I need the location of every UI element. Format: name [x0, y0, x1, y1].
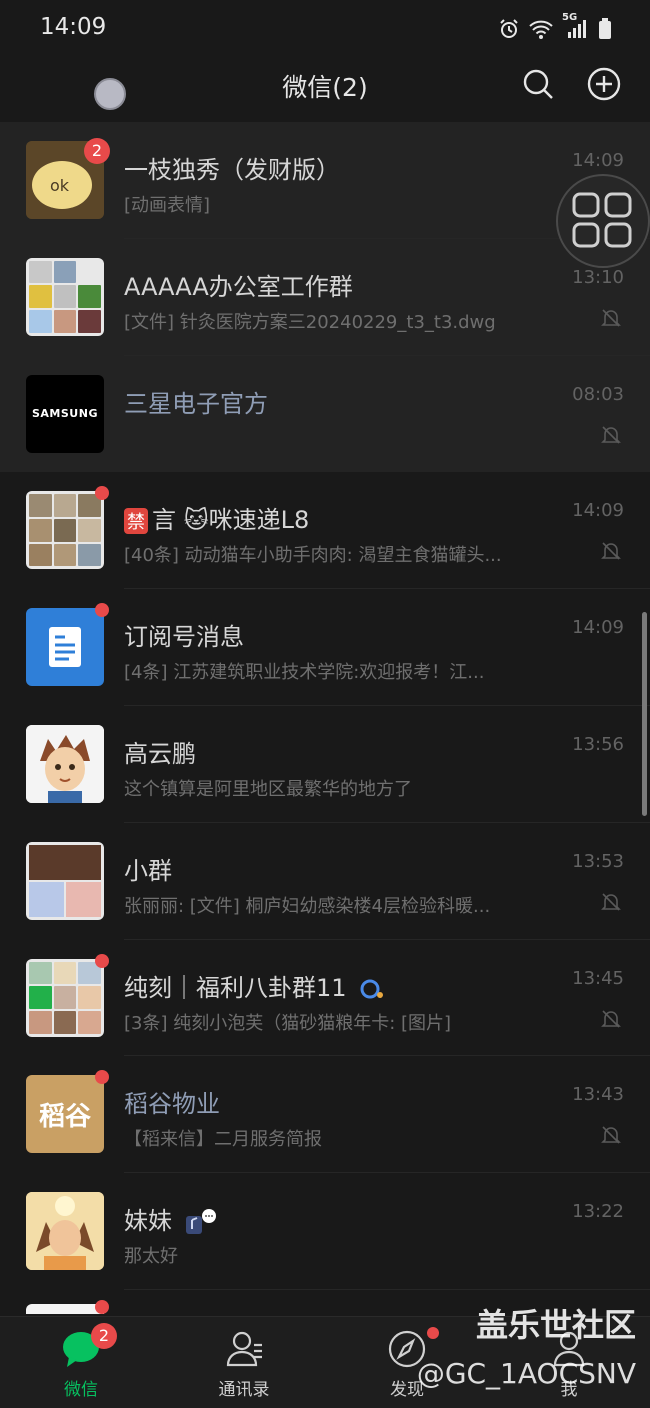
- avatar: [26, 608, 104, 687]
- avatar: [26, 1303, 104, 1314]
- group-avatar: [26, 841, 104, 920]
- chat-preview: 张丽丽: [文件] 桐庐妇幼感染楼4层检验科暖...: [124, 895, 491, 917]
- chat-row[interactable]: 订阅号消息 [4条] 江苏建筑职业技术学院:欢迎报考！江... 14:09: [0, 589, 650, 706]
- group-avatar: [26, 958, 104, 1037]
- unread-dot: [95, 953, 109, 968]
- subscription-icon: [49, 627, 81, 668]
- signal-icon: 5G: [562, 12, 590, 40]
- chat-row[interactable]: 高云鹏 这个镇算是阿里地区最繁华的地方了 13:56: [0, 706, 650, 823]
- mute-icon: [601, 309, 621, 327]
- tab-dot: [427, 1327, 439, 1339]
- chat-time: 13:45: [572, 967, 624, 989]
- wifi-icon: [529, 20, 553, 39]
- tab-badge: 2: [91, 1323, 117, 1349]
- search-icon[interactable]: [520, 66, 556, 102]
- avatar: [26, 724, 104, 803]
- chat-preview: [4条] 江苏建筑职业技术学院:欢迎报考！江...: [124, 662, 485, 684]
- tab-chats[interactable]: 2 微信: [31, 1323, 131, 1400]
- wecom-icon: [360, 979, 384, 999]
- chat-time: 13:53: [572, 850, 624, 872]
- chat-row[interactable]: SAMSUNG 三星电子官方 08:03: [0, 355, 650, 473]
- chat-time: 14:09: [572, 500, 624, 522]
- chat-name-text: 妹妹: [124, 1207, 172, 1236]
- avatar: [26, 1192, 104, 1271]
- mute-icon: [601, 1126, 621, 1144]
- chat-name-text: 纯刻｜福利八卦群11: [124, 973, 347, 1002]
- chat-time: 14:09: [572, 150, 624, 171]
- chat-name: 稻谷物业: [124, 1090, 220, 1119]
- chat-time: 08:03: [572, 383, 624, 405]
- battery-icon: [599, 18, 611, 39]
- chat-time: 13:56: [572, 733, 624, 755]
- chat-name: 小群: [124, 856, 172, 885]
- tab-contacts[interactable]: 通讯录: [194, 1327, 294, 1400]
- avatar: SAMSUNG: [26, 374, 104, 453]
- avatar: 稻谷: [26, 1075, 104, 1154]
- contacts-icon: [226, 1331, 262, 1367]
- status-bar: 14:09 5G: [0, 0, 650, 56]
- scrollbar[interactable]: [642, 612, 647, 816]
- chat-name-text: 言 🐱咪速递L8: [152, 506, 310, 535]
- chat-row[interactable]: 妹妹 那太好 13:22: [0, 1173, 650, 1290]
- watermark-user: @GC_1AOCSNV: [416, 1357, 636, 1390]
- unread-dot: [95, 603, 109, 618]
- chat-time: 13:43: [572, 1084, 624, 1106]
- chat-preview: [动画表情]: [124, 195, 211, 216]
- status-icons: 5G: [498, 12, 612, 42]
- alarm-icon: [500, 19, 518, 38]
- status-music-icon: [185, 1209, 216, 1235]
- group-avatar: [26, 257, 104, 336]
- mute-icon: [601, 542, 621, 560]
- mute-icon: [601, 893, 621, 911]
- watermark-title: 盖乐世社区: [475, 1306, 636, 1344]
- chat-name: 三星电子官方: [124, 389, 268, 418]
- ban-tag: 禁: [124, 508, 148, 535]
- unread-badge: 2: [84, 138, 110, 164]
- chat-time: 13:22: [572, 1201, 624, 1223]
- chat-row[interactable]: 纯刻｜福利八卦群11 [3条] 纯刻小泡芙（猫砂猫粮年卡: [图片] 13:45: [0, 940, 650, 1057]
- mute-icon: [601, 426, 621, 444]
- chat-row[interactable]: 禁言 🐱咪速递L8 [40条] 动动猫车小助手肉肉: 渴望主食猫罐头... 14…: [0, 472, 650, 590]
- floating-window-button[interactable]: [556, 174, 650, 268]
- chat-preview: 这个镇算是阿里地区最繁华的地方了: [124, 778, 412, 800]
- chat-preview: 【稻来信】二月服务简报: [124, 1129, 322, 1151]
- unread-dot: [95, 1299, 109, 1314]
- svg-text:ok: ok: [50, 176, 70, 195]
- status-time: 14:09: [40, 14, 107, 40]
- chat-time: 14:09: [572, 617, 624, 639]
- tab-label: 通讯录: [218, 1380, 270, 1400]
- chat-name: AAAAA办公室工作群: [124, 272, 353, 301]
- chat-name: 妹妹: [124, 1201, 218, 1236]
- chat-name: 纯刻｜福利八卦群11: [124, 968, 386, 1003]
- group-avatar: [26, 491, 104, 570]
- chat-preview: [40条] 动动猫车小助手肉肉: 渴望主食猫罐头...: [124, 545, 502, 567]
- mute-icon: [601, 1010, 621, 1028]
- add-icon[interactable]: [586, 66, 622, 102]
- unread-dot: [95, 486, 109, 501]
- chat-preview: 那太好: [124, 1246, 178, 1268]
- chat-name: 禁言 🐱咪速递L8: [124, 500, 309, 535]
- chat-preview: [3条] 纯刻小泡芙（猫砂猫粮年卡: [图片]: [124, 1012, 452, 1034]
- chat-row[interactable]: 小群 张丽丽: [文件] 桐庐妇幼感染楼4层检验科暖... 13:53: [0, 823, 650, 940]
- chat-name: 高云鹏: [124, 739, 196, 768]
- app-header: 微信(2): [0, 56, 650, 122]
- unread-dot: [95, 1070, 109, 1085]
- chat-list: ok 2 一枝独秀（发财版） [动画表情] 14:09 AAAAA办公室工作群 …: [0, 122, 650, 1314]
- chat-name: 订阅号消息: [124, 623, 244, 652]
- chat-row[interactable]: 稻谷 稻谷物业 【稻来信】二月服务简报 13:43: [0, 1056, 650, 1174]
- chat-preview: [文件] 针灸医院方案三20240229_t3_t3.dwg: [124, 311, 496, 333]
- chat-row[interactable]: AAAAA办公室工作群 [文件] 针灸医院方案三20240229_t3_t3.d…: [0, 238, 650, 356]
- chat-name: 一枝独秀（发财版）: [124, 156, 340, 184]
- avatar-logo-text: 稻谷: [38, 1101, 91, 1132]
- tab-label: 微信: [64, 1380, 98, 1400]
- grid-icon: [572, 192, 632, 248]
- avatar-logo-text: SAMSUNG: [32, 407, 98, 421]
- chat-row[interactable]: ok 2 一枝独秀（发财版） [动画表情] 14:09: [0, 122, 650, 239]
- chat-time: 13:10: [572, 266, 624, 288]
